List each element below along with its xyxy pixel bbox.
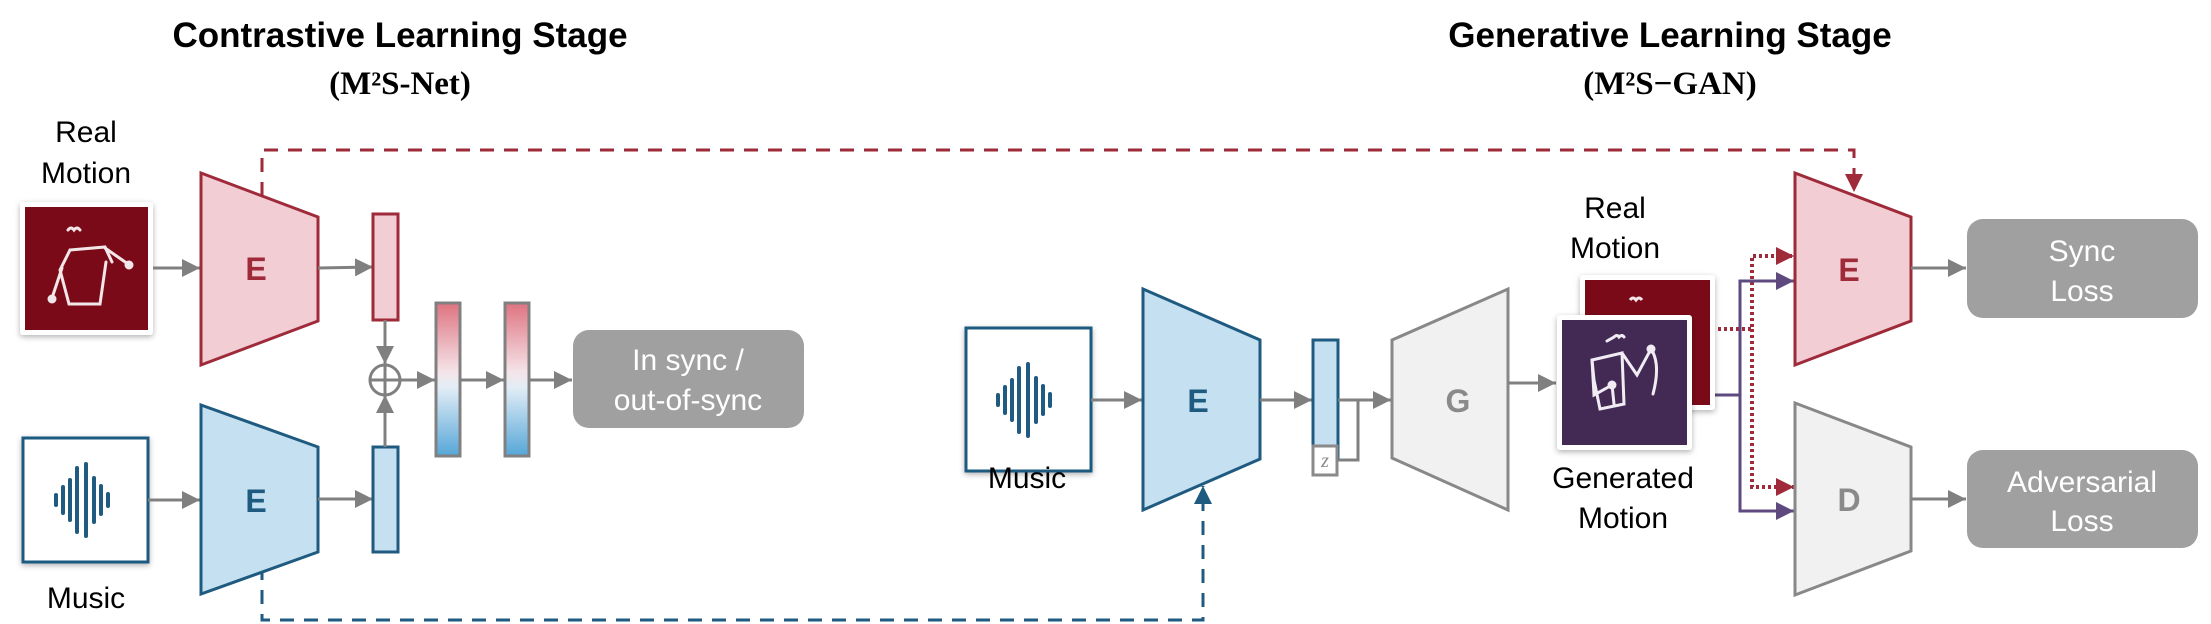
gen-real-motion-label-2: Motion [1570,232,1660,265]
gen-real-motion-label-1: Real [1584,192,1646,225]
music-encoder-letter: E [245,483,266,519]
music-embedding [371,445,400,554]
generated-motion-to-discriminator-link [1738,395,1794,520]
arrow-encoder-to-motion-embedding [317,258,374,277]
sync-encoder-letter: E [1838,252,1859,288]
discriminator: D [1793,400,1913,598]
generated-motion-output [1557,315,1692,450]
gen-music-label: Music [988,462,1066,495]
contrastive-stage-title: Contrastive Learning Stage [172,16,627,55]
noise-z-input: z [1311,444,1339,477]
sync-classification-output: In sync / out-of-sync [573,330,804,428]
contrastive-motion-encoder: E [199,170,320,368]
contrastive-real-motion-label-2: Motion [41,157,131,190]
fused-feature-layer-1 [434,301,462,458]
fused-feature-layer-2 [503,301,531,458]
noise-concat-line [1337,400,1360,462]
generated-motion-label-1: Generated [1552,462,1694,495]
noise-z-symbol: z [1320,450,1329,472]
discriminator-letter: D [1837,482,1860,518]
generated-motion-label-2: Motion [1578,502,1668,535]
adversarial-loss: Adversarial Loss [1967,450,2198,548]
gen-music-embedding [1311,338,1340,462]
shared-music-encoder-dashed-link [260,486,1212,622]
adv-loss-line-2: Loss [2050,505,2113,538]
sync-loss-line-2: Loss [2050,275,2113,308]
output-line-1: In sync / [632,344,744,377]
contrastive-music-encoder: E [199,402,320,597]
generative-music-encoder: E [1141,286,1262,513]
generative-stage-title: Generative Learning Stage [1448,16,1891,55]
sync-loss-line-1: Sync [2049,235,2116,268]
real-motion-to-sync-encoder-link [1712,247,1794,331]
generative-music-input: Music [964,326,1093,495]
gen-music-encoder-letter: E [1187,383,1208,419]
contrastive-music-label: Music [47,582,125,615]
generator: G [1390,286,1510,513]
motion-encoder-letter: E [245,251,266,287]
motion-embedding [371,212,400,322]
fusion-plus-icon [368,363,402,397]
architecture-diagram: Contrastive Learning Stage (M²S-Net) Gen… [20,16,2198,622]
generative-stage-subtitle: (M²S−GAN) [1583,66,1757,102]
output-line-2: out-of-sync [614,384,762,417]
contrastive-real-motion-label-1: Real [55,116,117,149]
gen-real-skeleton-icon [1628,296,1644,303]
contrastive-music-input: Music [21,436,150,615]
contrastive-stage-subtitle: (M²S-Net) [329,66,471,102]
sync-loss: Sync Loss [1967,219,2198,318]
adv-loss-line-1: Adversarial [2007,466,2157,499]
contrastive-real-motion-input: Real Motion [20,116,153,335]
sync-encoder: E [1793,170,1913,368]
generator-letter: G [1446,383,1471,419]
real-motion-to-discriminator-link [1750,329,1794,496]
shared-motion-encoder-dashed-link [260,148,1863,196]
